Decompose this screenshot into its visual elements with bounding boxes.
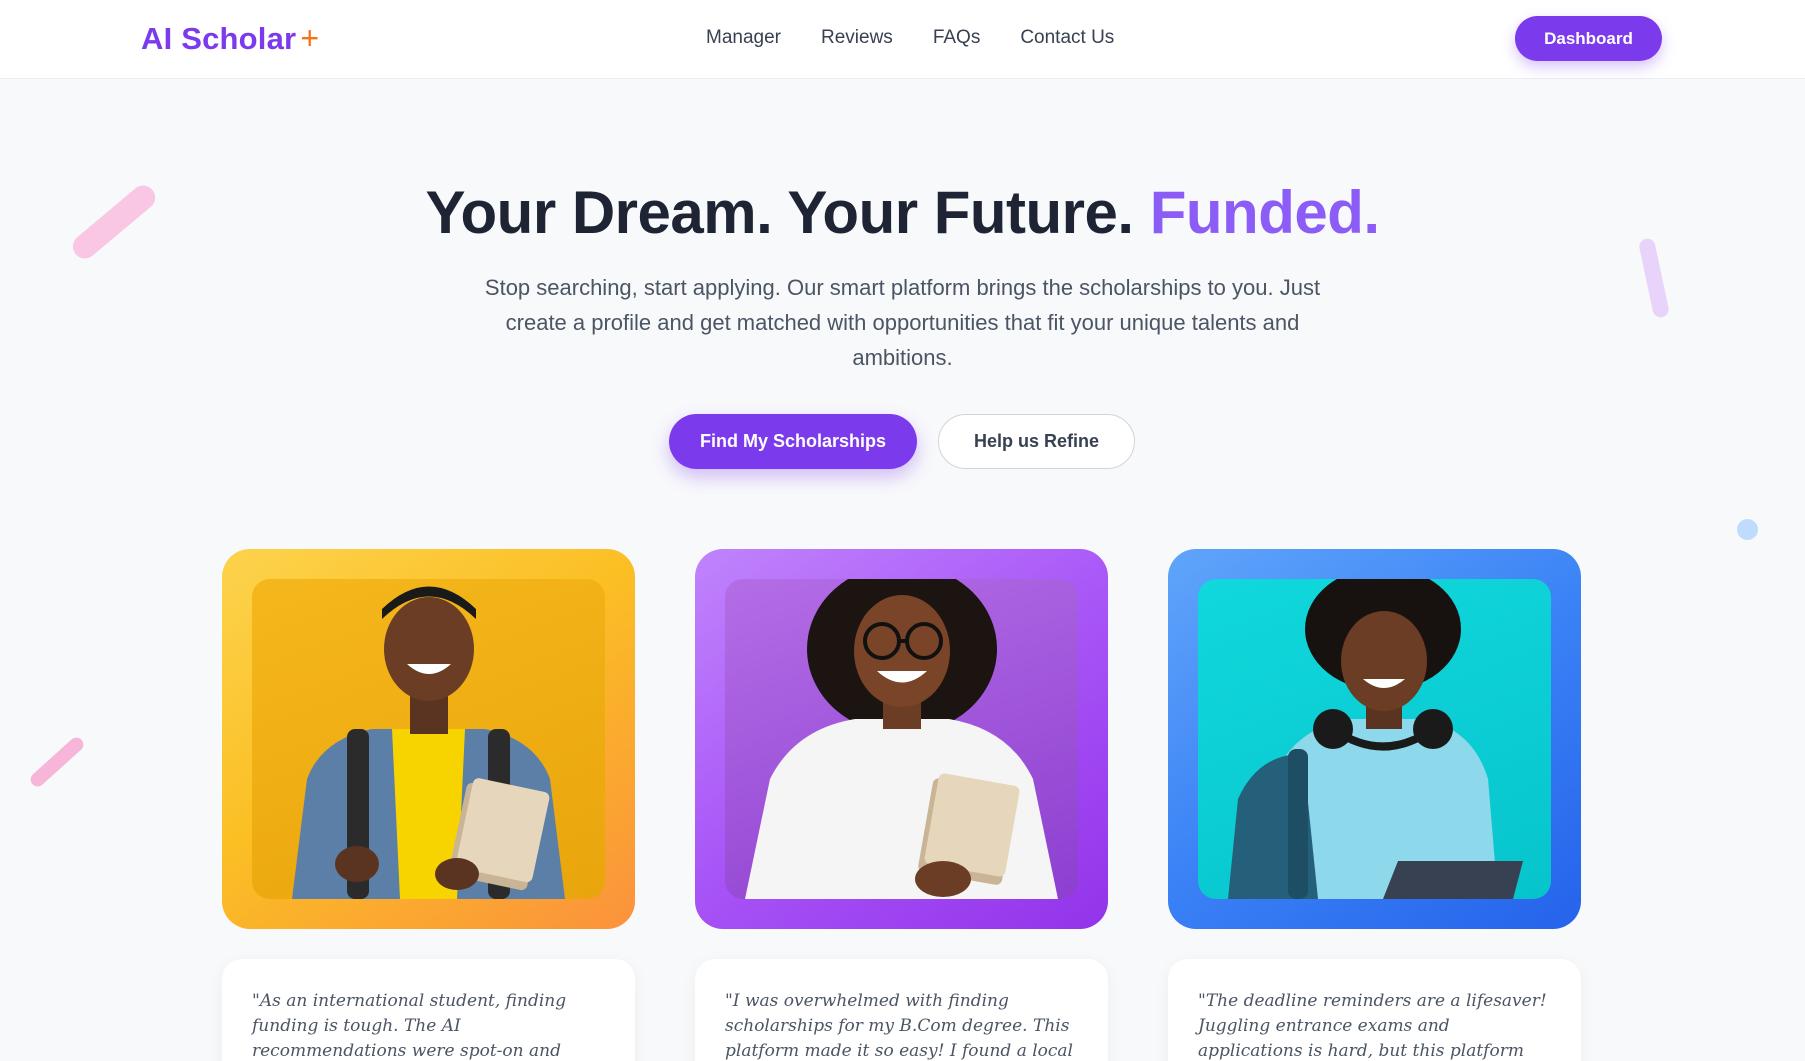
help-refine-button[interactable]: Help us Refine — [938, 414, 1135, 469]
brand-logo[interactable]: AI Scholar + — [141, 20, 319, 57]
nav-link-faqs[interactable]: FAQs — [933, 27, 981, 49]
hero-title-main: Your Dream. Your Future. — [425, 179, 1134, 246]
hero-cta-row: Find My Scholarships Help us Refine — [669, 414, 1135, 469]
brand-plus: + — [300, 20, 320, 56]
student-photo-1 — [252, 579, 605, 899]
dashboard-button[interactable]: Dashboard — [1515, 16, 1662, 61]
decorative-pink-stroke-small — [27, 734, 87, 790]
brand-name: AI Scholar — [141, 21, 297, 56]
testimonial-quote: "The deadline reminders are a lifesaver!… — [1198, 991, 1547, 1061]
student-photo-3 — [1198, 579, 1551, 899]
landing-page: AI Scholar + Manager Reviews FAQs Contact… — [0, 0, 1805, 1061]
student-illustration — [292, 586, 565, 899]
nav-link-reviews[interactable]: Reviews — [821, 27, 893, 49]
find-scholarships-button[interactable]: Find My Scholarships — [669, 414, 917, 469]
hero-title: Your Dream. Your Future. Funded. — [0, 178, 1805, 247]
student-card-1 — [222, 549, 635, 929]
student-illustration — [745, 579, 1058, 899]
hero-title-accent: Funded. — [1149, 179, 1380, 246]
student-illustration — [1228, 579, 1523, 899]
student-card-2 — [695, 549, 1108, 929]
hero-subtitle: Stop searching, start applying. Our smar… — [484, 275, 1321, 370]
testimonial-card-3: "The deadline reminders are a lifesaver!… — [1168, 959, 1581, 1061]
student-card-3 — [1168, 549, 1581, 929]
top-navbar: AI Scholar + Manager Reviews FAQs Contact… — [0, 0, 1805, 79]
decorative-violet-stroke — [1637, 237, 1671, 319]
testimonial-quote: "As an international student, finding fu… — [252, 991, 567, 1061]
testimonial-card-2: "I was overwhelmed with finding scholars… — [695, 959, 1108, 1061]
nav-link-manager[interactable]: Manager — [706, 27, 781, 49]
decorative-blue-dot — [1737, 519, 1758, 540]
testimonial-card-1: "As an international student, finding fu… — [222, 959, 635, 1061]
student-photo-2 — [725, 579, 1078, 899]
testimonial-quote: "I was overwhelmed with finding scholars… — [725, 991, 1073, 1061]
nav-link-contact-us[interactable]: Contact Us — [1020, 27, 1114, 49]
nav-links: Manager Reviews FAQs Contact Us — [706, 27, 1114, 49]
